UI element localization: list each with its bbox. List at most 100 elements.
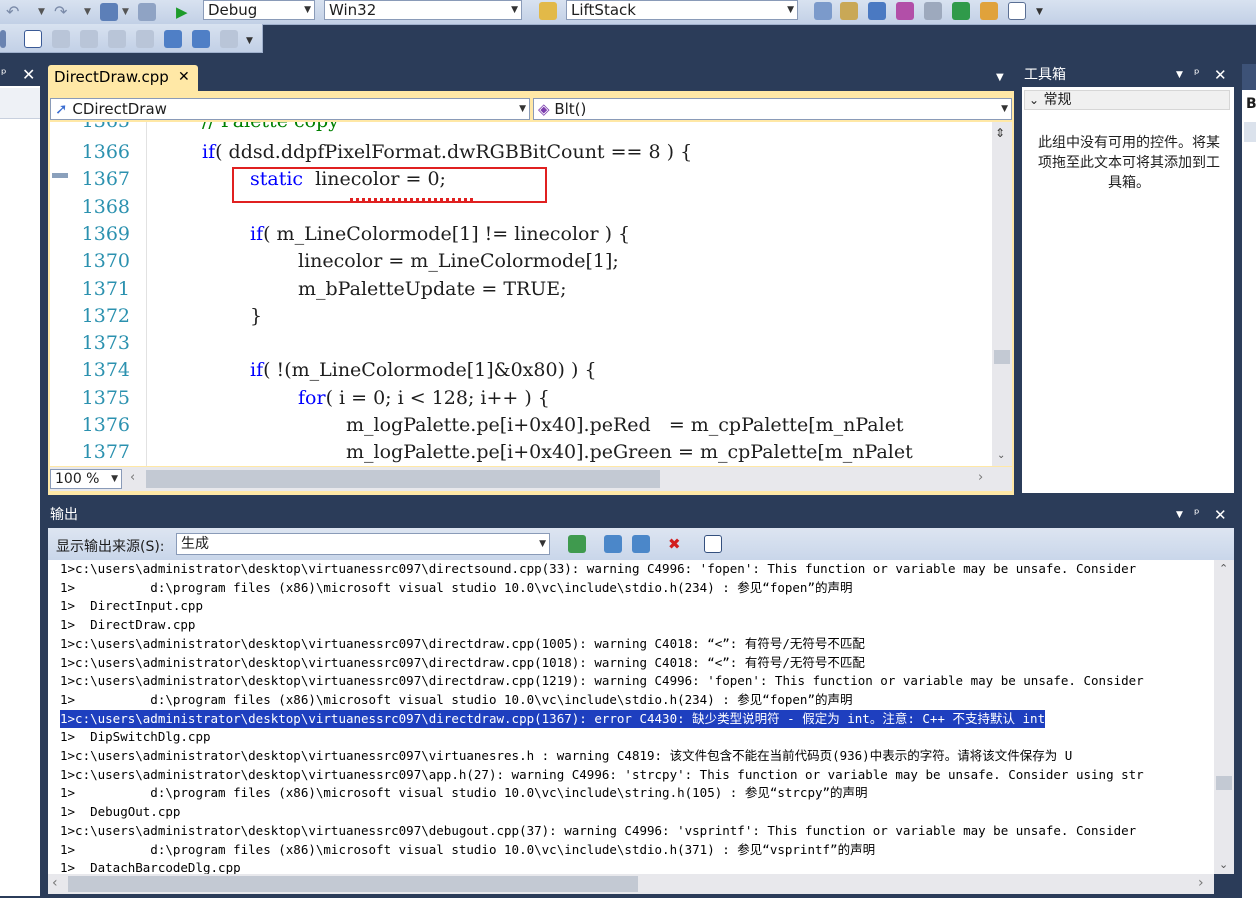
- chevron-down-icon: ▼: [1001, 104, 1008, 114]
- start-debugging-icon[interactable]: ▶: [176, 3, 194, 21]
- code-comment: // Palette copy: [202, 122, 339, 135]
- scroll-thumb[interactable]: [1216, 776, 1232, 790]
- chevron-up-icon[interactable]: ⌃: [1219, 562, 1228, 575]
- output-line[interactable]: 1>c:\users\administrator\desktop\virtuan…: [60, 560, 1136, 579]
- line-number: 1373: [81, 332, 130, 355]
- chevron-left-icon[interactable]: ‹: [130, 470, 135, 485]
- output-line[interactable]: 1> d:\program files (x86)\microsoft visu…: [60, 691, 853, 710]
- member-navigation-combo[interactable]: ◈ Blt() ▼: [533, 98, 1012, 120]
- output-line[interactable]: 1>c:\users\administrator\desktop\virtuan…: [60, 747, 1072, 766]
- output-vertical-scrollbar[interactable]: ⌃ ⌄: [1214, 560, 1234, 874]
- zoom-combo[interactable]: 100 % ▼: [50, 469, 122, 489]
- line-number: 1368: [81, 195, 130, 218]
- output-line[interactable]: 1>c:\users\administrator\desktop\virtuan…: [60, 635, 865, 654]
- editor-tab-overflow-icon[interactable]: ▼: [996, 72, 1004, 83]
- outline-margin: [146, 122, 147, 466]
- code-area[interactable]: 1365 // Palette copy 1366if( ddsd.ddpfPi…: [50, 122, 992, 466]
- code-text: m_bPaletteUpdate = TRUE;: [298, 277, 567, 300]
- uncomment-icon[interactable]: [220, 30, 238, 48]
- increase-indent-icon[interactable]: [164, 30, 182, 48]
- output-line[interactable]: 1> d:\program files (x86)\microsoft visu…: [60, 841, 875, 860]
- previous-message-icon[interactable]: [604, 535, 622, 553]
- clear-all-icon[interactable]: ✖: [668, 535, 686, 553]
- close-icon[interactable]: ✕: [178, 69, 190, 85]
- display-object-member-list-icon[interactable]: [24, 30, 42, 48]
- class-navigation-combo[interactable]: ➚ CDirectDraw ▼: [50, 98, 530, 120]
- output-line[interactable]: 1> DebugOut.cpp: [60, 803, 180, 822]
- pin-icon[interactable]: ᵖ: [1194, 505, 1200, 525]
- toolbox-icon[interactable]: [924, 2, 942, 20]
- navigate-back-icon[interactable]: [100, 3, 118, 21]
- output-line[interactable]: 1>c:\users\administrator\desktop\virtuan…: [60, 822, 1136, 841]
- output-line[interactable]: 1>c:\users\administrator\desktop\virtuan…: [60, 766, 1144, 785]
- close-icon[interactable]: ✕: [22, 65, 35, 85]
- chevron-down-icon[interactable]: ▼: [1176, 65, 1183, 85]
- chevron-down-icon: ⌄: [1029, 93, 1040, 107]
- pin-icon[interactable]: ᵖ: [1194, 65, 1200, 85]
- close-icon[interactable]: ✕: [1214, 65, 1227, 85]
- toolbar-options-icon[interactable]: ▼: [1036, 3, 1054, 21]
- output-line[interactable]: 1> d:\program files (x86)\microsoft visu…: [60, 579, 853, 598]
- output-line[interactable]: 1>c:\users\administrator\desktop\virtuan…: [60, 709, 1046, 729]
- extension-manager-icon[interactable]: [952, 2, 970, 20]
- editor-tab[interactable]: DirectDraw.cpp ✕: [48, 65, 198, 91]
- redo-icon[interactable]: ↷: [54, 3, 72, 21]
- parameter-info-icon[interactable]: [52, 30, 70, 48]
- line-number: 1371: [81, 277, 130, 300]
- output-horizontal-scrollbar[interactable]: ‹ ›: [48, 874, 1214, 894]
- horizontal-scroll-thumb[interactable]: [146, 470, 660, 488]
- solution-platform-combo[interactable]: Win32 ▼: [324, 0, 522, 20]
- undo-icon[interactable]: ↶: [6, 3, 24, 21]
- navigate-forward-icon[interactable]: [138, 3, 156, 21]
- scroll-thumb[interactable]: [994, 350, 1010, 364]
- output-text-area[interactable]: 1>c:\users\administrator\desktop\virtuan…: [48, 560, 1214, 874]
- complete-word-icon[interactable]: [108, 30, 126, 48]
- editor-status-bar: 100 % ▼ ‹ ›: [50, 467, 1012, 491]
- solution-configuration-combo[interactable]: Debug ▼: [203, 0, 315, 20]
- quick-info-icon[interactable]: [80, 30, 98, 48]
- chevron-down-icon[interactable]: ▼: [1176, 505, 1183, 525]
- split-icon[interactable]: ⇕: [995, 126, 1005, 140]
- line-number: 1365: [70, 122, 130, 135]
- output-line[interactable]: 1>c:\users\administrator\desktop\virtuan…: [60, 672, 1144, 691]
- word-wrap-icon[interactable]: [704, 535, 722, 553]
- output-line[interactable]: 1> DirectDraw.cpp: [60, 616, 195, 635]
- decrease-indent-icon[interactable]: [136, 30, 154, 48]
- output-source-combo[interactable]: 生成 ▼: [176, 533, 550, 555]
- chevron-right-icon[interactable]: ›: [978, 470, 983, 485]
- command-window-icon[interactable]: [1008, 2, 1026, 20]
- editor-vertical-scrollbar[interactable]: ⇕ ⌄: [992, 122, 1012, 466]
- code-line: m_bPaletteUpdate = TRUE;: [298, 276, 567, 303]
- code-text: ( i = 0; i < 128; i++ ) {: [325, 386, 550, 409]
- code-line: }: [250, 303, 262, 330]
- toolbox-section-header[interactable]: ⌄ 常规: [1024, 90, 1230, 110]
- solution-configuration-value: Debug: [208, 1, 258, 19]
- code-line: m_logPalette.pe[i+0x40].peGreen = m_cpPa…: [346, 439, 913, 466]
- pin-icon[interactable]: ᵖ: [1, 65, 7, 85]
- chevron-down-icon: ▼: [519, 104, 526, 114]
- startup-project-combo[interactable]: LiftStack ▼: [566, 0, 798, 20]
- toolbar-options-icon[interactable]: ▼: [246, 32, 264, 50]
- properties-icon[interactable]: [840, 2, 858, 20]
- find-in-files-icon[interactable]: [539, 2, 557, 20]
- class-view-icon[interactable]: [896, 2, 914, 20]
- chevron-down-icon[interactable]: ⌄: [1219, 858, 1228, 871]
- object-browser-icon[interactable]: [868, 2, 886, 20]
- close-icon[interactable]: ✕: [1214, 505, 1227, 525]
- start-page-icon[interactable]: [980, 2, 998, 20]
- horizontal-scroll-thumb[interactable]: [68, 876, 638, 892]
- output-line[interactable]: 1> DatachBarcodeDlg.cpp: [60, 859, 241, 874]
- code-line: linecolor = m_LineColormode[1];: [298, 248, 619, 275]
- toolbox-section-label: 常规: [1043, 92, 1072, 108]
- output-line[interactable]: 1> DipSwitchDlg.cpp: [60, 728, 211, 747]
- chevron-down-icon[interactable]: ⌄: [997, 450, 1005, 461]
- next-message-icon[interactable]: [632, 535, 650, 553]
- output-line[interactable]: 1> d:\program files (x86)\microsoft visu…: [60, 784, 868, 803]
- find-message-icon[interactable]: [568, 535, 586, 553]
- chevron-right-icon[interactable]: ›: [1198, 875, 1204, 891]
- comment-out-icon[interactable]: [192, 30, 210, 48]
- output-line[interactable]: 1> DirectInput.cpp: [60, 597, 203, 616]
- chevron-left-icon[interactable]: ‹: [52, 875, 58, 891]
- output-line[interactable]: 1>c:\users\administrator\desktop\virtuan…: [60, 654, 865, 673]
- solution-explorer-icon[interactable]: [814, 2, 832, 20]
